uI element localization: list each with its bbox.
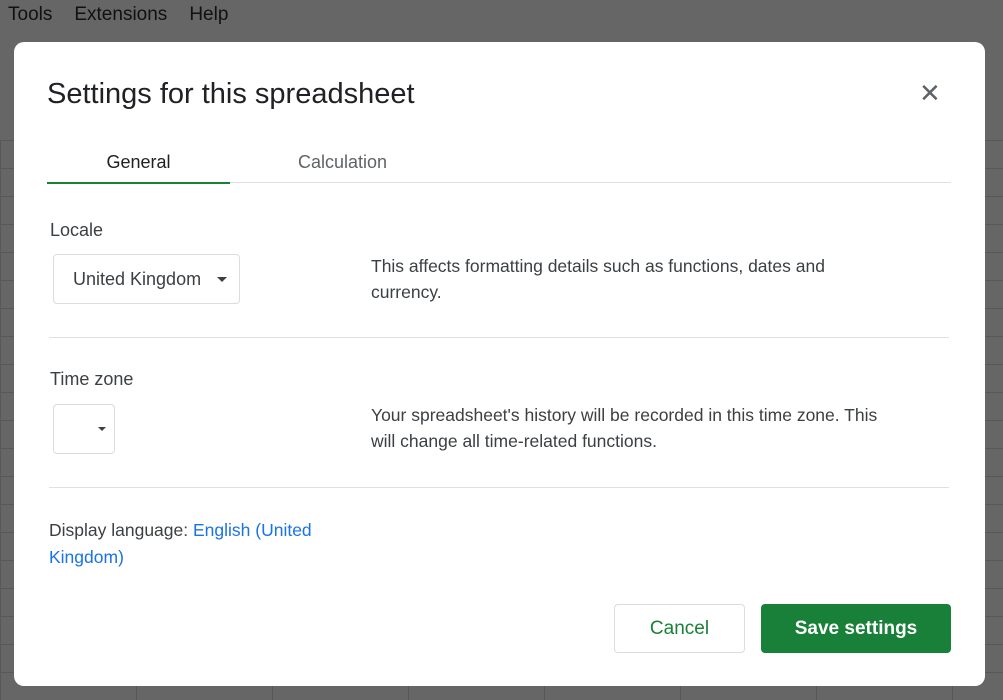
locale-value: United Kingdom <box>73 268 202 289</box>
menu-tools[interactable]: Tools <box>8 4 52 26</box>
tab-calculation[interactable]: Calculation <box>251 152 434 173</box>
tab-bar: General Calculation <box>47 142 951 184</box>
menu-help[interactable]: Help <box>189 4 228 26</box>
settings-dialog: Settings for this spreadsheet ✕ General … <box>14 42 985 686</box>
divider <box>49 337 949 338</box>
display-language-label: Display language: <box>49 520 193 540</box>
locale-label: Locale <box>50 220 104 240</box>
menu-bar: Tools Extensions Help <box>0 0 228 30</box>
display-language: Display language: English (United Kingdo… <box>49 517 349 571</box>
divider <box>49 487 949 488</box>
save-settings-button[interactable]: Save settings <box>761 604 951 653</box>
locale-description: This affects formatting details such as … <box>371 256 825 302</box>
dialog-title: Settings for this spreadsheet <box>47 78 415 110</box>
timezone-label: Time zone <box>50 369 134 389</box>
cancel-button[interactable]: Cancel <box>614 604 745 653</box>
locale-select[interactable]: United Kingdom <box>53 254 240 304</box>
close-icon[interactable]: ✕ <box>919 80 941 106</box>
tab-general[interactable]: General <box>47 152 230 184</box>
dropdown-arrow-icon <box>217 277 227 282</box>
menu-extensions[interactable]: Extensions <box>74 4 167 26</box>
dropdown-arrow-icon <box>98 427 106 431</box>
timezone-select[interactable] <box>53 404 115 454</box>
timezone-description: Your spreadsheet's history will be recor… <box>371 405 878 451</box>
